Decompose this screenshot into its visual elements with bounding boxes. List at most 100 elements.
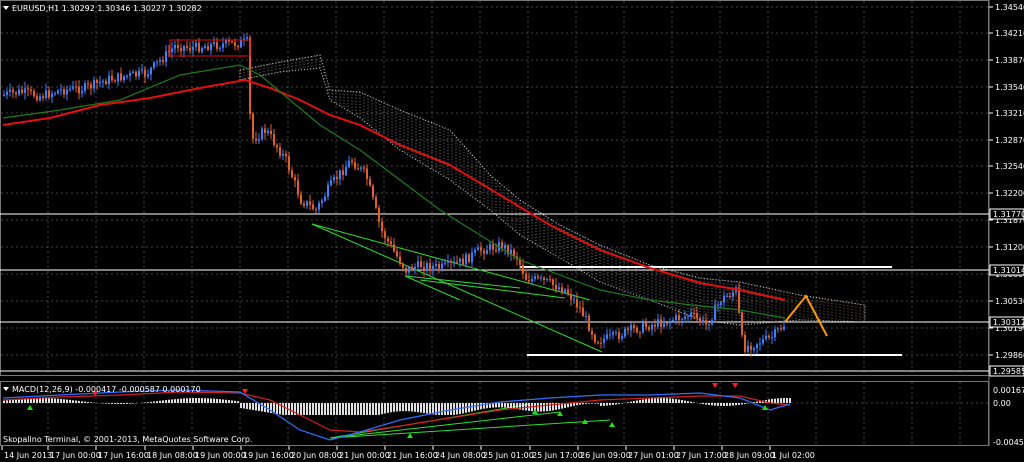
macd-bar: [90, 402, 92, 403]
candle-body: [621, 336, 623, 339]
macd-bar: [381, 403, 383, 415]
candle-body: [225, 40, 227, 44]
candle-body: [783, 326, 785, 330]
candle-body: [504, 245, 506, 249]
macd-bar: [309, 403, 311, 415]
candle-body: [777, 328, 779, 330]
macd-bar: [168, 399, 170, 403]
time-axis-label: 19 Jun 16:00: [243, 451, 294, 460]
candle-body: [678, 315, 680, 321]
macd-header-group[interactable]: MACD(12,26,9) -0.000417 -0.000587 0.0001…: [3, 385, 201, 394]
macd-bar: [543, 403, 545, 412]
macd-bar: [327, 403, 329, 415]
macd-bar: [42, 398, 44, 403]
macd-bar: [255, 403, 257, 411]
macd-bar: [198, 398, 200, 403]
candle-body: [336, 177, 338, 180]
price-tag-middle: 1.31014: [989, 264, 1024, 276]
candle-body: [618, 332, 620, 339]
macd-bar: [228, 400, 230, 403]
candle-body: [645, 322, 647, 328]
macd-bar: [12, 399, 14, 403]
candle-body: [726, 295, 728, 297]
macd-bar: [339, 403, 341, 415]
trading-chart[interactable]: EURUSD,H1 1.30292 1.30346 1.30227 1.3028…: [0, 0, 1024, 462]
candle-body: [96, 79, 98, 84]
candle-body: [3, 94, 5, 96]
candle-body: [432, 265, 434, 271]
candle-body: [471, 252, 473, 263]
macd-bar: [336, 403, 338, 415]
macd-bar: [429, 403, 431, 414]
macd-bar: [666, 398, 668, 403]
candle-body: [180, 48, 182, 51]
candle-body: [150, 67, 152, 75]
candle-body: [459, 258, 461, 263]
svg-text:1.29585: 1.29585: [993, 367, 1024, 376]
macd-bar: [501, 403, 503, 408]
macd-bar: [360, 403, 362, 415]
macd-bar: [321, 403, 323, 415]
candle-body: [456, 261, 458, 263]
candle-body: [588, 315, 590, 331]
macd-bar: [783, 398, 785, 403]
macd-bar: [477, 403, 479, 410]
candle-body: [609, 334, 611, 336]
macd-bar: [144, 402, 146, 403]
macd-bar: [786, 398, 788, 403]
candle-body: [480, 247, 482, 251]
macd-bar: [324, 403, 326, 415]
candle-body: [435, 263, 437, 266]
time-axis-label: 28 Jun 09:00: [724, 451, 775, 460]
macd-bar: [780, 398, 782, 403]
macd-bar: [222, 399, 224, 403]
price-scale-label: 1.34540: [995, 3, 1024, 12]
candle-body: [327, 185, 329, 197]
macd-bar: [177, 398, 179, 403]
macd-bar: [618, 403, 620, 404]
candle-body: [429, 263, 431, 271]
macd-bar: [603, 403, 605, 406]
macd-bar: [129, 403, 131, 404]
macd-bar: [606, 403, 608, 406]
candle-body: [276, 144, 278, 148]
candle-body: [402, 263, 404, 268]
macd-bar: [207, 398, 209, 403]
macd-bar: [375, 403, 377, 415]
macd-bar: [657, 398, 659, 403]
candle-body: [780, 328, 782, 330]
time-axis-label: 17 Jun 16:00: [98, 451, 149, 460]
candle-body: [174, 45, 176, 49]
candle-body: [288, 156, 290, 171]
candle-body: [690, 312, 692, 317]
macd-bar: [480, 403, 482, 410]
macd-bar: [411, 403, 413, 412]
macd-bar: [774, 398, 776, 403]
candle-body: [84, 83, 86, 91]
macd-bar: [384, 403, 386, 414]
macd-bar: [234, 400, 236, 403]
price-tag-bottom: 1.29585: [989, 365, 1024, 377]
candle-body: [42, 96, 44, 99]
candle-body: [606, 334, 608, 339]
candle-body: [108, 75, 110, 84]
candle-body: [666, 323, 668, 325]
symbol-header: EURUSD,H1 1.30292 1.30346 1.30227 1.3028…: [12, 4, 202, 13]
macd-bar: [720, 403, 722, 406]
symbol-header-group[interactable]: EURUSD,H1 1.30292 1.30346 1.30227 1.3028…: [3, 4, 202, 13]
candle-body: [15, 92, 17, 95]
candle-body: [654, 324, 656, 327]
macd-bar: [726, 403, 728, 406]
candle-body: [639, 332, 641, 334]
candle-body: [123, 76, 125, 81]
candle-body: [558, 287, 560, 290]
candle-body: [546, 279, 548, 281]
candle-body: [357, 168, 359, 170]
macd-bar: [282, 403, 284, 415]
candle-body: [576, 299, 578, 308]
time-axis-label: 25 Jun 17:00: [532, 451, 583, 460]
macd-bar: [63, 399, 65, 403]
candle-body: [636, 327, 638, 333]
macd-bar: [306, 403, 308, 415]
candle-body: [78, 86, 80, 94]
